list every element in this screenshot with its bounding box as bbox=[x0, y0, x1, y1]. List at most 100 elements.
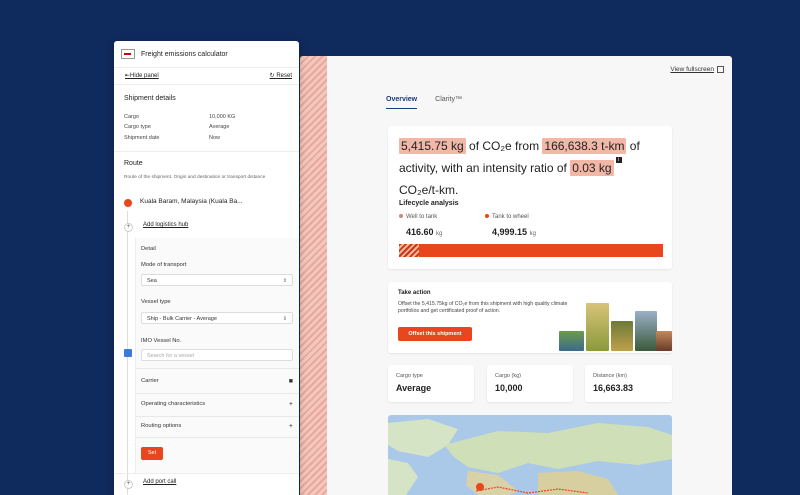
divider bbox=[135, 437, 299, 438]
divider bbox=[135, 416, 299, 417]
tab-bar: Overview Clarity™ bbox=[386, 96, 462, 109]
expand-plus-icon: + bbox=[288, 401, 293, 408]
unit-label: kg bbox=[529, 231, 536, 237]
operating-characteristics-row[interactable]: Operating characteristics + bbox=[141, 401, 293, 408]
stat-card-cargo: Cargo (kg) 10,000 bbox=[487, 365, 573, 402]
well-to-tank-legend: Well to tank bbox=[399, 214, 437, 220]
map-graphic bbox=[388, 419, 672, 495]
landscape-photo bbox=[611, 321, 633, 351]
imo-vessel-search-input[interactable]: Search for a vessel bbox=[141, 349, 293, 361]
landscape-photo bbox=[635, 311, 657, 351]
landscape-photo bbox=[559, 331, 584, 351]
reset-button[interactable]: ↻ Reset bbox=[270, 72, 292, 79]
vessel-type-label: Vessel type bbox=[141, 299, 171, 305]
view-fullscreen-link[interactable]: View fullscreen bbox=[670, 66, 724, 73]
set-button[interactable]: Set bbox=[141, 447, 163, 460]
divider bbox=[135, 368, 299, 369]
operating-characteristics-label: Operating characteristics bbox=[141, 401, 206, 407]
intensity-value: 0.03 kg bbox=[570, 160, 614, 176]
route-title: Route bbox=[124, 160, 143, 167]
well-to-tank-bar-segment bbox=[399, 244, 420, 257]
carrier-label: Carrier bbox=[141, 378, 159, 384]
origin-pin-icon bbox=[124, 199, 132, 207]
tab-overview[interactable]: Overview bbox=[386, 96, 418, 109]
shipment-value: 10,000 KG bbox=[209, 114, 236, 120]
carrier-row[interactable]: Carrier ■ bbox=[141, 378, 293, 385]
view-fullscreen-label[interactable]: View fullscreen bbox=[670, 66, 714, 73]
panel-actions: ⇤Hide panel ↻ Reset bbox=[114, 68, 299, 85]
reset-label[interactable]: Reset bbox=[276, 73, 292, 79]
vessel-type-select[interactable]: Ship - Bulk Carrier - Average ⇕ bbox=[141, 312, 293, 324]
logo bbox=[121, 49, 135, 59]
hide-panel-label[interactable]: Hide panel bbox=[130, 73, 159, 79]
shipment-value: Average bbox=[209, 124, 230, 130]
tank-to-wheel-value-row: 4,999.15 kg bbox=[492, 227, 536, 237]
add-icon[interactable]: + bbox=[124, 480, 133, 489]
stat-card-distance: Distance (km) 16,663.83 bbox=[585, 365, 672, 402]
stat-label: Distance (km) bbox=[593, 373, 627, 379]
unit-label: kg bbox=[436, 231, 443, 237]
shipment-value: Now bbox=[209, 135, 221, 141]
offset-card: Take action Offset the 5,415.75kg of CO₂… bbox=[388, 282, 672, 353]
chevron-updown-icon: ⇕ bbox=[282, 316, 287, 322]
activity-value: 166,638.3 t-km bbox=[542, 138, 627, 154]
panel-title: Freight emissions calculator bbox=[141, 50, 228, 58]
shipment-details-title: Shipment details bbox=[124, 95, 176, 102]
chevron-updown-icon: ⇕ bbox=[282, 278, 287, 284]
panel-header: Freight emissions calculator bbox=[114, 41, 299, 68]
fullscreen-icon bbox=[717, 66, 724, 73]
mode-of-transport-select[interactable]: Sea ⇕ bbox=[141, 274, 293, 286]
tank-to-wheel-swatch bbox=[485, 214, 489, 218]
lifecycle-title: Lifecycle analysis bbox=[399, 200, 459, 207]
emissions-summary-card: 5,415.75 kg of CO₂e from 166,638.3 t-km … bbox=[388, 126, 672, 269]
routing-options-row[interactable]: Routing options + bbox=[141, 423, 293, 430]
stat-label: Cargo (kg) bbox=[495, 373, 521, 379]
headline-text-1: of CO₂e from bbox=[465, 139, 543, 153]
hatched-margin bbox=[300, 56, 327, 495]
add-port-call-link[interactable]: Add port call bbox=[143, 479, 176, 485]
stat-value: 10,000 bbox=[495, 383, 523, 393]
offset-description: Offset the 5,415.75kg of CO₂e from this … bbox=[398, 301, 568, 314]
main-window: View fullscreen Overview Clarity™ 5,415.… bbox=[300, 56, 732, 495]
ship-icon bbox=[124, 349, 132, 357]
tank-to-wheel-label: Tank to wheel bbox=[492, 214, 529, 220]
well-to-tank-value: 416.60 bbox=[406, 227, 434, 237]
tank-to-wheel-value: 4,999.15 bbox=[492, 227, 528, 237]
add-icon[interactable]: + bbox=[124, 223, 133, 232]
well-to-tank-swatch bbox=[399, 214, 403, 218]
route-description: Route of the shipment. Origin and destin… bbox=[124, 175, 266, 180]
emissions-value: 5,415.75 kg bbox=[399, 138, 466, 154]
mode-of-transport-label: Mode of transport bbox=[141, 262, 187, 268]
landscape-photo bbox=[586, 303, 609, 351]
emissions-headline: 5,415.75 kg of CO₂e from 166,638.3 t-km … bbox=[399, 135, 659, 201]
tank-to-wheel-legend: Tank to wheel bbox=[485, 214, 529, 220]
shipment-key: Shipment date bbox=[124, 135, 160, 141]
shipment-key: Cargo bbox=[124, 114, 139, 120]
hide-panel-button[interactable]: ⇤Hide panel bbox=[125, 72, 159, 79]
landscape-photo bbox=[656, 331, 672, 351]
divider bbox=[114, 151, 299, 152]
calculator-panel: Freight emissions calculator ⇤Hide panel… bbox=[114, 41, 299, 495]
stat-value: Average bbox=[396, 383, 432, 393]
tab-clarity[interactable]: Clarity™ bbox=[435, 96, 462, 109]
vessel-type-value[interactable]: Ship - Bulk Carrier - Average bbox=[147, 316, 217, 322]
detail-label: Detail bbox=[141, 246, 156, 252]
offset-shipment-button[interactable]: Offset this shipment bbox=[398, 327, 472, 341]
lifecycle-bar bbox=[399, 244, 663, 257]
add-logistics-hub-link[interactable]: Add logistics hub bbox=[143, 222, 188, 228]
info-icon[interactable]: i bbox=[615, 157, 622, 163]
mode-of-transport-value[interactable]: Sea bbox=[147, 278, 157, 284]
headline-text-3: CO₂e/t-km. bbox=[399, 183, 459, 197]
stat-label: Cargo type bbox=[396, 373, 423, 379]
route-map[interactable] bbox=[388, 415, 672, 495]
lock-icon: ■ bbox=[288, 378, 293, 385]
stat-card-cargo-type: Cargo type Average bbox=[388, 365, 474, 402]
imo-vessel-label: IMO Vessel No. bbox=[141, 338, 182, 344]
routing-options-label: Routing options bbox=[141, 423, 182, 429]
divider bbox=[135, 393, 299, 394]
shipment-key: Cargo type bbox=[124, 124, 151, 130]
origin-location[interactable]: Kuala Baram, Malaysia (Kuala Ba... bbox=[140, 198, 243, 205]
expand-plus-icon: + bbox=[288, 423, 293, 430]
well-to-tank-label: Well to tank bbox=[406, 214, 438, 220]
offset-title: Take action bbox=[398, 290, 431, 296]
